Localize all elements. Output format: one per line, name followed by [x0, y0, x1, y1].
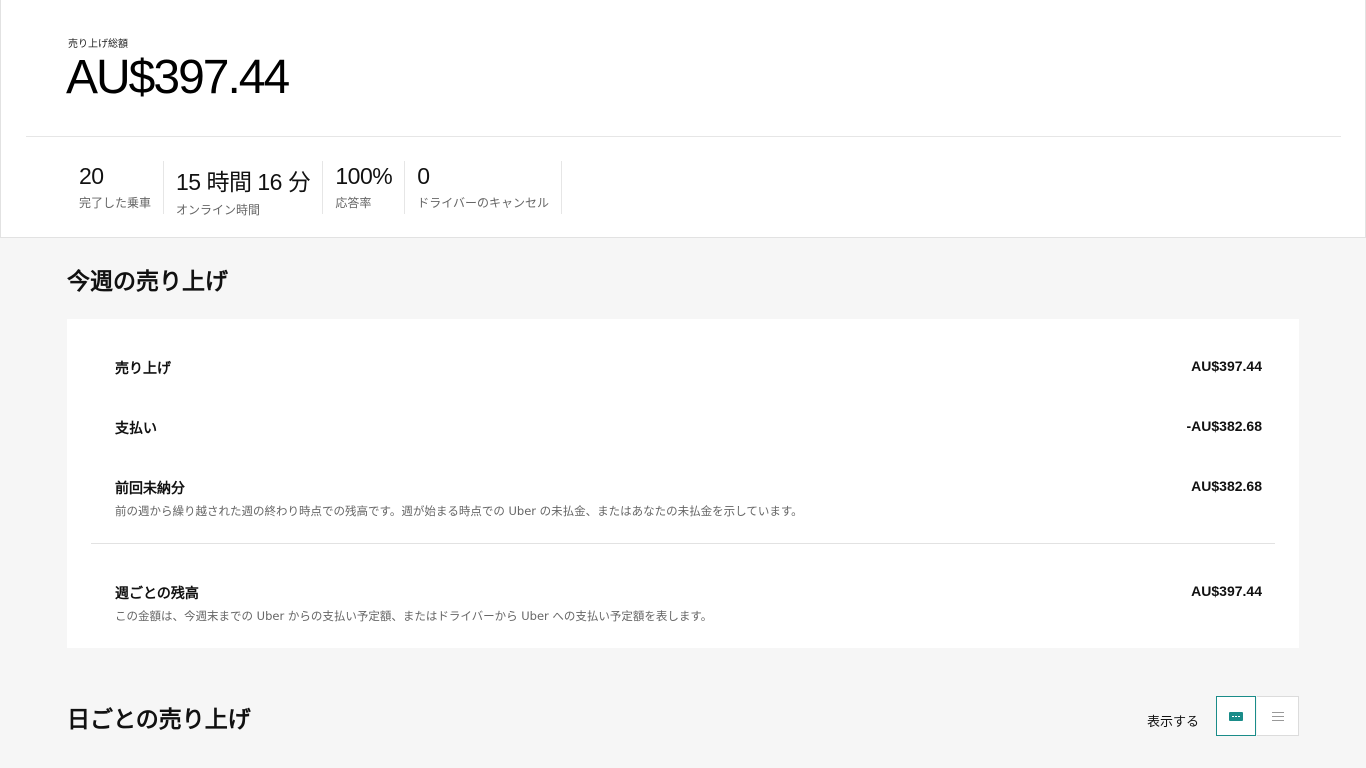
stats-row: 20 完了した乗車 15 時間 16 分 オンライン時間 100% 応答率 0 … — [67, 161, 562, 217]
stat-value: 15 時間 16 分 — [176, 169, 311, 195]
row-amount: AU$382.68 — [1191, 478, 1262, 494]
row-label: 売り上げ — [115, 361, 171, 377]
list-view-button[interactable] — [1257, 696, 1299, 736]
stat-label: 応答率 — [335, 196, 372, 210]
row-amount: AU$397.44 — [1191, 358, 1262, 374]
stat-label: 完了した乗車 — [79, 196, 152, 210]
weekly-earnings-title: 今週の売り上げ — [67, 269, 228, 295]
chart-view-button[interactable] — [1216, 696, 1256, 736]
stat-driver-cancellations: 0 ドライバーのキャンセル — [405, 161, 562, 214]
weekly-divider — [91, 543, 1275, 544]
row-amount: -AU$382.68 — [1186, 418, 1263, 434]
daily-earnings-title: 日ごとの売り上げ — [67, 707, 251, 733]
row-description: この金額は、今週末までの Uber からの支払い予定額、またはドライバーから U… — [115, 609, 713, 623]
stat-online-time: 15 時間 16 分 オンライン時間 — [164, 161, 324, 217]
stat-value: 20 — [79, 163, 104, 189]
row-description: 前の週から繰り越された週の終わり時点での残高です。週が始まる時点での Uber … — [115, 504, 803, 518]
payouts-row: 支払い -AU$382.68 — [115, 418, 1262, 438]
stat-value: 0 — [417, 163, 430, 189]
weekly-earnings-card: 売り上げ AU$397.44 支払い -AU$382.68 前回未納分 前の週か… — [67, 319, 1299, 648]
stat-value: 100% — [335, 163, 393, 189]
total-earnings-value: AU$397.44 — [66, 51, 290, 104]
weekly-balance-row: 週ごとの残高 この金額は、今週末までの Uber からの支払い予定額、またはドラ… — [115, 583, 1262, 624]
list-view-icon — [1271, 711, 1284, 721]
stat-completed-trips: 20 完了した乗車 — [67, 161, 165, 214]
row-label: 週ごとの残高 — [115, 586, 199, 602]
stat-label: オンライン時間 — [176, 203, 261, 217]
earnings-summary-card: 売り上げ総額 AU$397.44 20 完了した乗車 15 時間 16 分 オン… — [0, 0, 1366, 238]
view-toggle-label: 表示する — [1147, 715, 1200, 730]
previous-balance-row: 前回未納分 前の週から繰り越された週の終わり時点での残高です。週が始まる時点での… — [115, 478, 1262, 519]
row-label: 前回未納分 — [115, 481, 185, 497]
chart-view-icon — [1229, 711, 1243, 721]
stat-label: ドライバーのキャンセル — [417, 196, 549, 210]
total-earnings-label: 売り上げ総額 — [68, 39, 128, 50]
summary-divider — [26, 136, 1341, 137]
earnings-row: 売り上げ AU$397.44 — [115, 358, 1262, 378]
row-label: 支払い — [115, 421, 157, 437]
stat-acceptance-rate: 100% 応答率 — [323, 161, 406, 214]
row-amount: AU$397.44 — [1191, 583, 1262, 599]
